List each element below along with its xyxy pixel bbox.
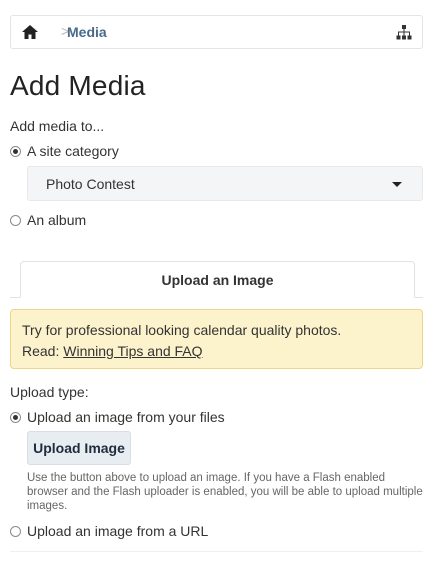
sitemap-icon[interactable] xyxy=(396,25,412,40)
radio-upload-from-url[interactable]: Upload an image from a URL xyxy=(10,522,208,540)
radio-site-category[interactable]: A site category xyxy=(10,142,119,160)
divider xyxy=(10,551,423,552)
radio-label: Upload an image from a URL xyxy=(27,523,209,539)
radio-album[interactable]: An album xyxy=(10,211,86,229)
alert-read-prefix: Read: xyxy=(22,343,60,359)
add-media-to-label: Add media to... xyxy=(10,118,105,134)
winning-tips-link[interactable]: Winning Tips and FAQ xyxy=(63,343,202,359)
radio-label: Upload an image from your files xyxy=(27,409,225,425)
radio-button[interactable] xyxy=(10,145,21,157)
tab-label: Upload an Image xyxy=(161,272,274,288)
radio-label: An album xyxy=(27,212,87,228)
category-select[interactable]: Photo Contest xyxy=(27,166,423,201)
radio-label: A site category xyxy=(27,143,119,159)
category-select-value: Photo Contest xyxy=(46,176,135,192)
alert-text: Try for professional looking calendar qu… xyxy=(22,322,342,338)
radio-upload-from-files[interactable]: Upload an image from your files xyxy=(10,408,225,426)
alert-read-line: Read: Winning Tips and FAQ xyxy=(22,341,411,362)
upload-help-text: Use the button above to upload an image.… xyxy=(27,472,423,512)
radio-button[interactable] xyxy=(10,411,21,423)
breadcrumb-media-link[interactable]: Media xyxy=(67,24,107,40)
radio-button[interactable] xyxy=(10,525,21,537)
radio-button[interactable] xyxy=(10,214,21,226)
tab-upload-image[interactable]: Upload an Image xyxy=(20,261,415,298)
home-icon[interactable] xyxy=(22,25,38,39)
upload-type-label: Upload type: xyxy=(10,384,89,400)
upload-image-button[interactable]: Upload Image xyxy=(27,431,131,465)
tip-alert: Try for professional looking calendar qu… xyxy=(10,309,423,369)
caret-down-icon xyxy=(392,182,402,187)
breadcrumb: > Media xyxy=(10,15,423,49)
page-title: Add Media xyxy=(10,70,146,101)
